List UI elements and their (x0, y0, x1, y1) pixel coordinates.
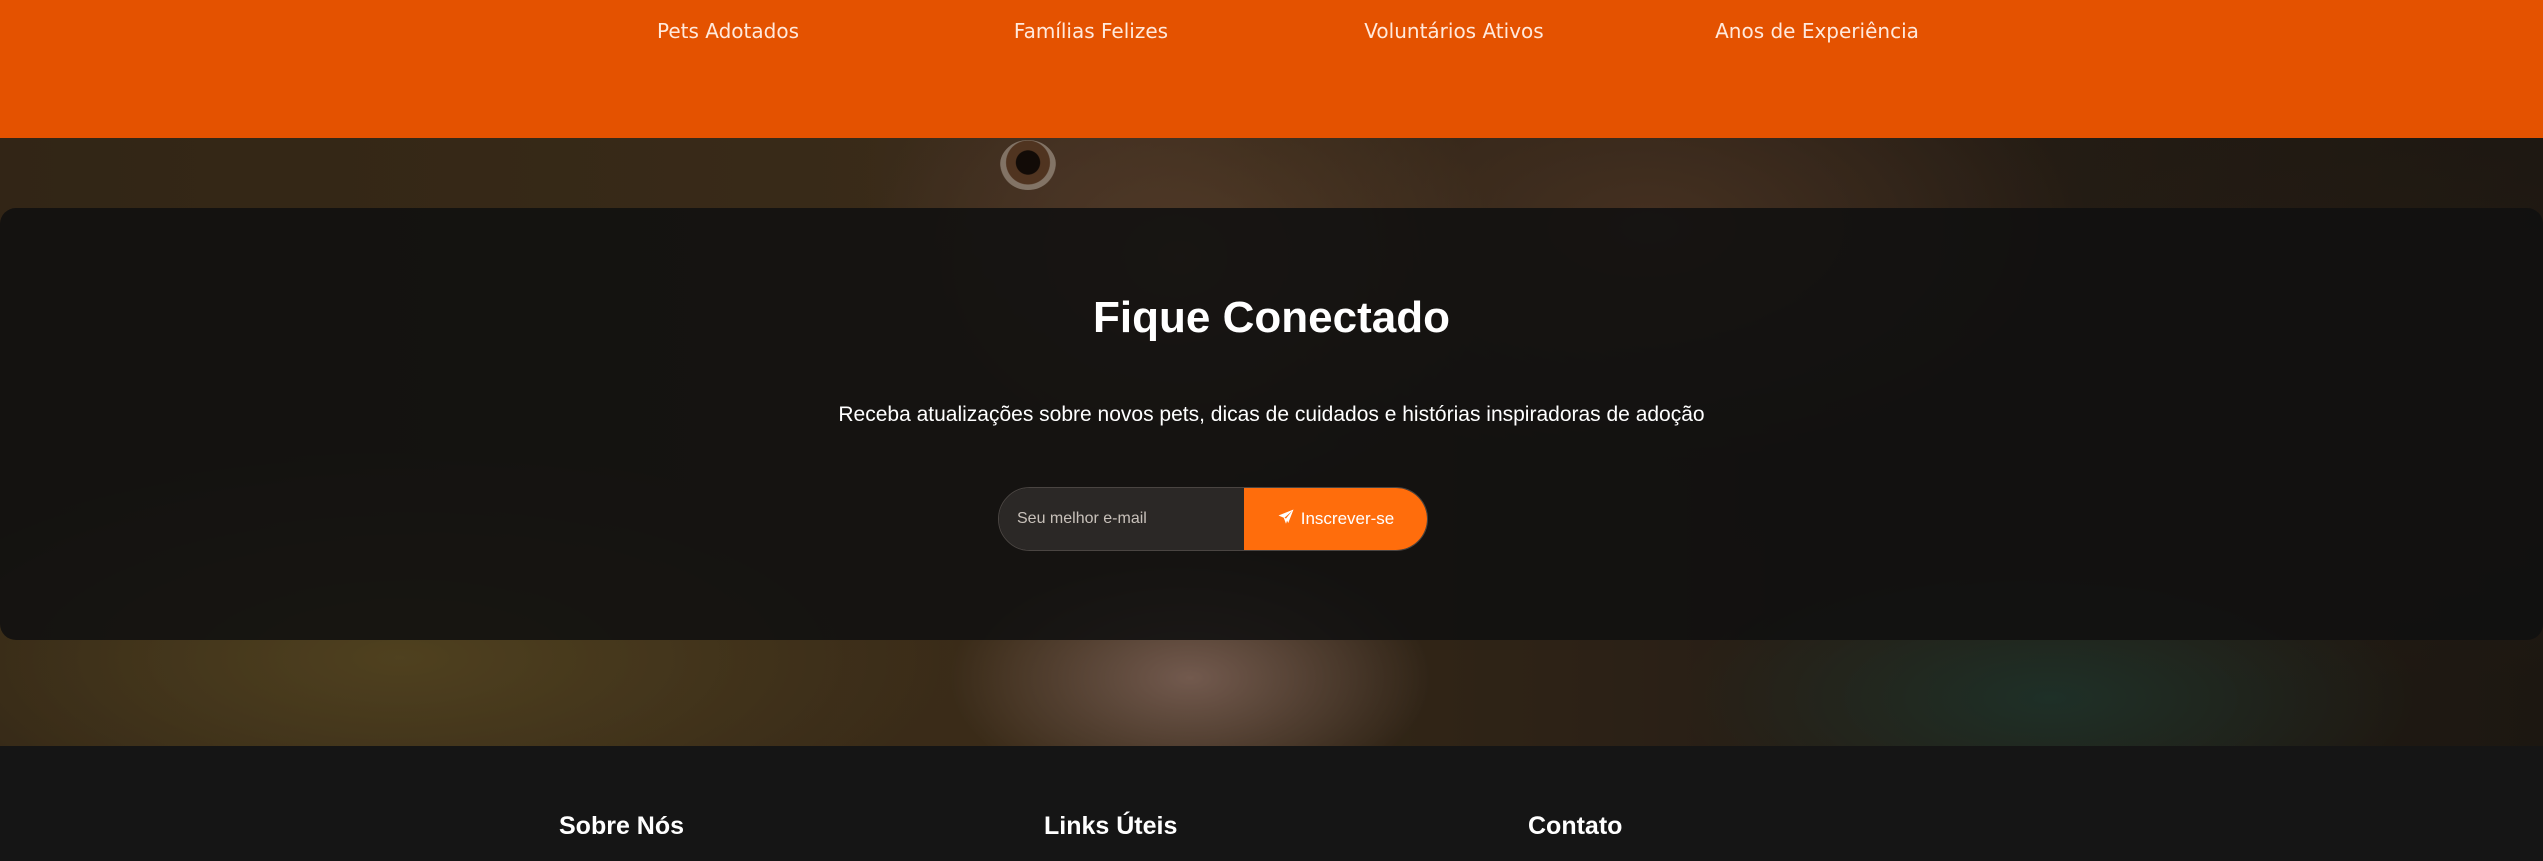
stats-bar: Pets Adotados Famílias Felizes Voluntári… (0, 0, 2543, 138)
footer: Sobre Nós Links Úteis Contato (0, 746, 2543, 861)
footer-heading-links-uteis: Links Úteis (1044, 812, 1178, 840)
footer-heading-sobre-nos: Sobre Nós (559, 812, 685, 840)
stat-familias-felizes: Famílias Felizes (1013, 19, 1169, 43)
stat-pets-adotados: Pets Adotados (657, 19, 799, 43)
newsletter-title: Fique Conectado (1093, 293, 1450, 342)
paper-plane-icon (1277, 508, 1295, 531)
newsletter-section: Fique Conectado Receba atualizações sobr… (0, 208, 2543, 640)
stat-anos-experiencia: Anos de Experiência (1715, 19, 1919, 43)
newsletter-form: Inscrever-se (998, 487, 1428, 551)
newsletter-description: Receba atualizações sobre novos pets, di… (838, 403, 1705, 426)
email-input[interactable] (999, 488, 1244, 550)
footer-heading-contato: Contato (1528, 812, 1623, 840)
subscribe-label: Inscrever-se (1300, 509, 1395, 528)
subscribe-button[interactable]: Inscrever-se (1244, 488, 1427, 550)
stat-voluntarios-ativos: Voluntários Ativos (1364, 19, 1544, 43)
